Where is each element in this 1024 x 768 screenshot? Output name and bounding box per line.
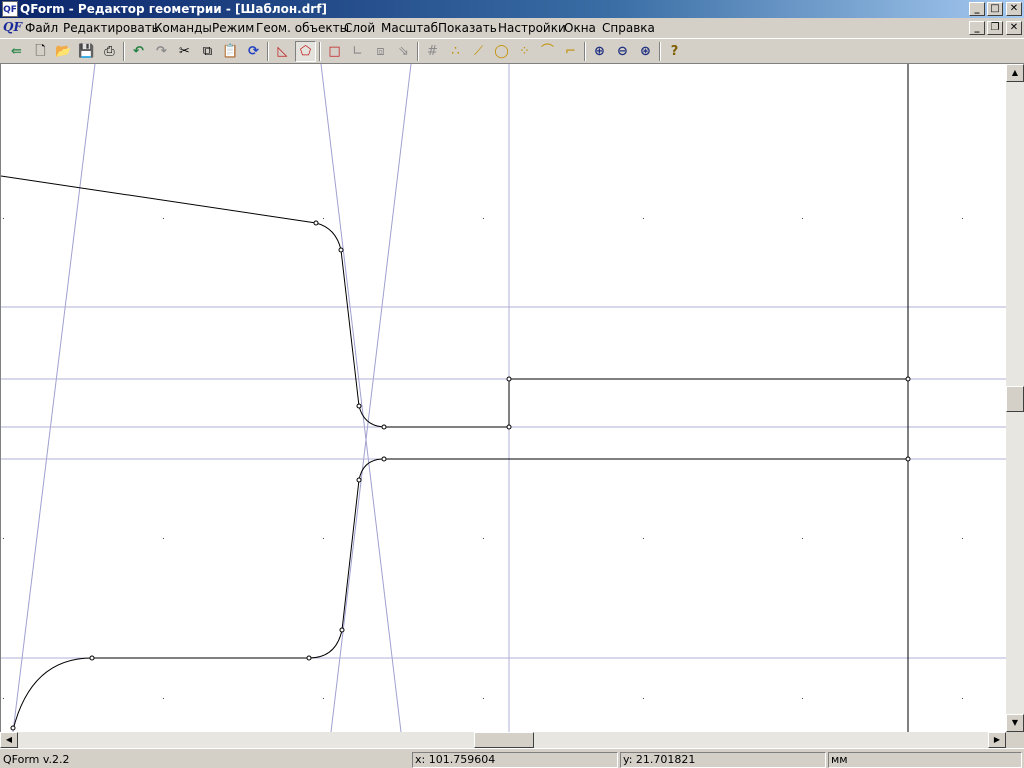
arc-icon[interactable]: ⌒ — [537, 41, 558, 62]
contour-node — [306, 655, 312, 661]
contour-node — [339, 627, 345, 633]
zoom-in-icon[interactable]: ⊕ — [589, 41, 610, 62]
scroll-left-icon[interactable]: ◀ — [0, 732, 18, 748]
menu-edit[interactable]: Редактировать — [63, 21, 159, 35]
contour-node — [506, 376, 512, 382]
toolbar: ⇚ 🗋 📂 💾 ⎙ ↶ ↷ ✂ ⧉ 📋 ⟳ ◺ ⬠ □ ∟ ⧈ ⇘ # ∴ ⟋ … — [0, 38, 1024, 64]
undo-icon[interactable]: ↶ — [128, 41, 149, 62]
contour-node — [356, 403, 362, 409]
open-folder-icon[interactable]: 📂 — [53, 41, 74, 62]
line-icon[interactable]: ⟋ — [468, 41, 489, 62]
contour-node — [313, 220, 319, 226]
title-bar: QF QForm - Редактор геометрии - [Шаблон.… — [0, 0, 1024, 18]
status-bar: QForm v.2.2 x: 101.759604 y: 21.701821 м… — [0, 748, 1024, 768]
contour-node — [905, 456, 911, 462]
geometry-drawing[interactable] — [1, 64, 1006, 732]
contour-node — [89, 655, 95, 661]
construction-lines — [12, 64, 412, 732]
move-icon[interactable]: ⧈ — [370, 41, 391, 62]
scroll-up-icon[interactable]: ▲ — [1006, 64, 1024, 82]
vertical-scroll-thumb[interactable] — [1006, 386, 1024, 412]
circle-icon[interactable]: ◯ — [491, 41, 512, 62]
status-x-coordinate: x: 101.759604 — [412, 752, 618, 768]
contour-node — [10, 725, 16, 731]
toolbar-separator — [584, 42, 586, 61]
contour-node — [338, 247, 344, 253]
window-title: QForm - Редактор геометрии - [Шаблон.drf… — [20, 2, 327, 16]
menu-settings[interactable]: Настройки — [498, 21, 566, 35]
draw-arc-contour-icon[interactable]: ⬠ — [295, 41, 316, 62]
help-icon[interactable]: ? — [664, 41, 685, 62]
document-icon[interactable]: QF — [3, 20, 22, 36]
menu-mode[interactable]: Режим — [212, 21, 254, 35]
construction-line — [320, 64, 402, 732]
part-contour[interactable] — [1, 64, 909, 732]
status-version: QForm v.2.2 — [3, 753, 70, 766]
scroll-down-icon[interactable]: ▼ — [1006, 714, 1024, 732]
close-button[interactable]: ✕ — [1006, 2, 1022, 16]
mdi-minimize-button[interactable]: _ — [969, 21, 985, 35]
toolbar-separator — [659, 42, 661, 61]
redo-icon[interactable]: ↷ — [151, 41, 172, 62]
fillet-icon[interactable]: ⌐ — [560, 41, 581, 62]
menu-geom-objects[interactable]: Геом. объекты — [256, 21, 349, 35]
vertical-scrollbar[interactable]: ▲ ▼ — [1006, 64, 1024, 732]
corner-icon[interactable]: ∟ — [347, 41, 368, 62]
upper-contour — [1, 175, 908, 428]
grid-lines-icon[interactable]: # — [422, 41, 443, 62]
toolbar-separator — [123, 42, 125, 61]
drawing-canvas[interactable] — [0, 64, 1006, 732]
paste-icon[interactable]: 📋 — [220, 41, 241, 62]
scroll-right-icon[interactable]: ▶ — [988, 732, 1006, 748]
grid-lines — [1, 64, 1006, 732]
mdi-restore-button[interactable]: ❐ — [987, 21, 1003, 35]
exit-icon[interactable]: ⇚ — [6, 41, 27, 62]
scrollbar-corner — [1006, 732, 1024, 748]
select-arrow-icon[interactable]: ⇘ — [393, 41, 414, 62]
minimize-button[interactable]: _ — [969, 2, 985, 16]
menu-commands[interactable]: Команды — [154, 21, 212, 35]
contour-node — [506, 424, 512, 430]
toolbar-separator — [267, 42, 269, 61]
contour-node — [381, 456, 387, 462]
points-icon[interactable]: ∴ — [445, 41, 466, 62]
status-y-coordinate: y: 21.701821 — [620, 752, 826, 768]
menu-help[interactable]: Справка — [602, 21, 655, 35]
copy-icon[interactable]: ⧉ — [197, 41, 218, 62]
lower-contour — [12, 458, 908, 731]
contour-node — [356, 477, 362, 483]
menu-show[interactable]: Показать — [438, 21, 497, 35]
zoom-out-icon[interactable]: ⊖ — [612, 41, 633, 62]
refresh-icon[interactable]: ⟳ — [243, 41, 264, 62]
rectangle-icon[interactable]: □ — [324, 41, 345, 62]
menu-scale[interactable]: Масштаб — [381, 21, 438, 35]
menu-file[interactable]: Файл — [25, 21, 58, 35]
save-icon[interactable]: 💾 — [76, 41, 97, 62]
contour-node — [905, 376, 911, 382]
dotted-circle-icon[interactable]: ⁘ — [514, 41, 535, 62]
toolbar-separator — [417, 42, 419, 61]
draw-contour-icon[interactable]: ◺ — [272, 41, 293, 62]
new-file-icon[interactable]: 🗋 — [30, 41, 51, 62]
zoom-all-icon[interactable]: ⊛ — [635, 41, 656, 62]
horizontal-scroll-thumb[interactable] — [474, 732, 534, 748]
status-units: мм — [828, 752, 1022, 768]
horizontal-scrollbar[interactable]: ◀ ▶ — [0, 732, 1006, 748]
app-icon[interactable]: QF — [2, 1, 18, 17]
menu-windows[interactable]: Окна — [564, 21, 596, 35]
toolbar-separator — [319, 42, 321, 61]
contour-node — [381, 424, 387, 430]
menu-bar: QF Файл Редактировать Команды Режим Геом… — [0, 18, 1024, 38]
maximize-button[interactable]: □ — [987, 2, 1003, 16]
cut-icon[interactable]: ✂ — [174, 41, 195, 62]
print-icon[interactable]: ⎙ — [99, 41, 120, 62]
mdi-close-button[interactable]: ✕ — [1006, 21, 1022, 35]
construction-line — [12, 64, 96, 732]
menu-layer[interactable]: Слой — [344, 21, 375, 35]
contour-nodes[interactable] — [10, 220, 911, 731]
